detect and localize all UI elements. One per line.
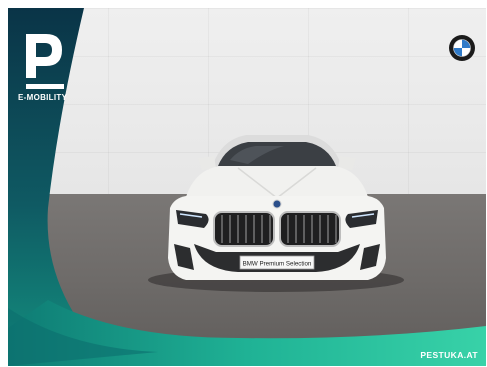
p-logo-icon — [26, 34, 64, 89]
photo-frame: BMW Premium Selection E-MOBILITY PESTUKA… — [8, 8, 486, 366]
e-mobility-label: E-MOBILITY — [18, 93, 68, 102]
dealer-watermark: PESTUKA.AT — [420, 350, 478, 360]
brand-color-overlay — [8, 8, 486, 366]
bmw-roundel-icon — [449, 35, 475, 61]
